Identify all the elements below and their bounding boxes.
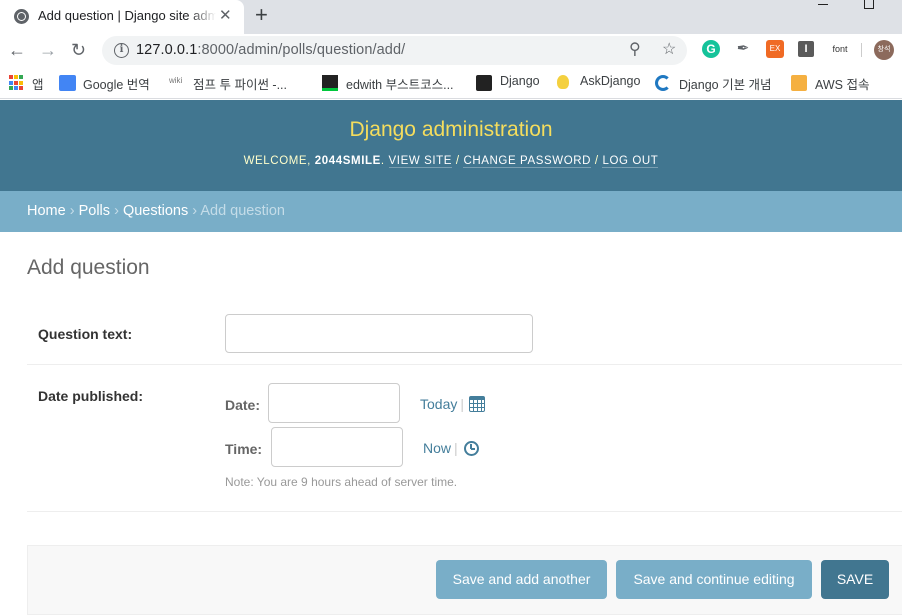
bookmark-django[interactable]: Django — [500, 74, 540, 88]
back-icon[interactable]: ← — [8, 38, 26, 62]
reload-icon[interactable]: ↻ — [71, 38, 86, 62]
bookmarks-bar: 앱 Google 번역 wiki 점프 투 파이썬 -... edwith 부스… — [0, 67, 902, 99]
new-tab-button[interactable]: + — [255, 3, 268, 27]
log-out-link[interactable]: Log out — [602, 155, 659, 168]
question-text-row: Question text: — [27, 310, 902, 365]
time-input[interactable] — [271, 427, 403, 467]
aws-box-icon — [791, 75, 807, 91]
forward-icon[interactable]: → — [39, 38, 57, 62]
browser-tabstrip: Add question | Django site admin ✕ + — [0, 0, 902, 34]
user-tools: Welcome, 2044smile. View site / Change p… — [243, 155, 659, 168]
font-extension-icon[interactable]: font — [829, 40, 851, 58]
save-and-add-another-button[interactable]: Save and add another — [436, 560, 607, 599]
edwith-icon — [322, 75, 338, 91]
lightbulb-icon — [557, 75, 569, 89]
site-branding[interactable]: Django administration — [0, 118, 902, 142]
username: 2044smile — [314, 155, 381, 167]
save-button[interactable]: Save — [821, 560, 889, 599]
change-password-link[interactable]: Change password — [463, 155, 592, 168]
timezone-note: Note: You are 9 hours ahead of server ti… — [225, 475, 458, 489]
color-picker-icon[interactable]: ✒ — [734, 40, 752, 58]
submit-row: Save and add another Save and continue e… — [27, 545, 902, 615]
date-published-label: Date published: — [38, 388, 144, 404]
question-text-input[interactable] — [225, 314, 533, 353]
separator: / — [594, 155, 599, 167]
date-published-row: Date published: Date: Today | Time: Now | … — [27, 365, 902, 512]
breadcrumb-current: Add question — [200, 203, 285, 219]
apps-grid-icon[interactable] — [9, 75, 25, 91]
profile-avatar[interactable]: 창석 — [874, 40, 894, 60]
minimize-icon[interactable] — [818, 4, 828, 5]
breadcrumb: Home › Polls › Questions › Add question — [0, 191, 902, 232]
tab-title: Add question | Django site admin — [38, 8, 216, 23]
browser-toolbar: ← → ↻ i 127.0.0.1:8000/admin/polls/quest… — [0, 34, 902, 67]
date-shortcuts: Today | — [420, 396, 468, 412]
bookmark-jump-to-python[interactable]: 점프 투 파이썬 -... — [193, 74, 287, 93]
time-shortcuts: Now | — [423, 440, 462, 456]
i-extension-icon[interactable]: I — [798, 41, 814, 57]
breadcrumb-separator: › — [192, 203, 198, 219]
view-site-link[interactable]: View site — [388, 155, 453, 168]
today-link[interactable]: Today — [420, 396, 457, 412]
save-and-continue-button[interactable]: Save and continue editing — [616, 560, 812, 599]
wiki-icon: wiki — [169, 76, 183, 85]
bookmark-edwith[interactable]: edwith 부스트코스... — [346, 74, 454, 93]
grammarly-icon[interactable]: G — [702, 40, 720, 58]
ex-extension-icon[interactable]: EX — [766, 40, 784, 58]
welcome-text: Welcome, — [243, 155, 311, 167]
bookmark-apps[interactable]: 앱 — [32, 74, 44, 93]
date-input[interactable] — [268, 383, 400, 423]
date-label: Date: — [225, 397, 261, 413]
bookmark-aws[interactable]: AWS 접속 — [815, 74, 869, 93]
breadcrumb-separator: › — [114, 203, 119, 219]
breadcrumb-questions[interactable]: Questions — [123, 203, 188, 219]
now-link[interactable]: Now — [423, 440, 451, 456]
bookmark-django-concepts[interactable]: Django 기본 개념 — [679, 74, 772, 93]
url-text[interactable]: 127.0.0.1:8000/admin/polls/question/add/ — [136, 42, 405, 58]
breadcrumb-home[interactable]: Home — [27, 203, 66, 219]
admin-header: Django administration Welcome, 2044smile… — [0, 100, 902, 191]
info-icon[interactable]: i — [114, 43, 129, 58]
address-bar[interactable]: i 127.0.0.1:8000/admin/polls/question/ad… — [102, 36, 687, 65]
bookmark-google-translate[interactable]: Google 번역 — [83, 74, 150, 93]
toolbar-separator — [861, 43, 862, 57]
zoom-icon[interactable]: ⚲ — [629, 39, 641, 61]
calendar-icon[interactable] — [469, 396, 485, 412]
bookmark-star-icon[interactable]: ☆ — [662, 39, 676, 61]
breadcrumb-separator: › — [69, 203, 75, 219]
globe-icon — [14, 9, 29, 24]
time-label: Time: — [225, 441, 263, 457]
bookmark-askdjango[interactable]: AskDjango — [580, 74, 640, 88]
separator: / — [455, 155, 460, 167]
clock-icon[interactable] — [464, 441, 479, 456]
breadcrumb-polls[interactable]: Polls — [79, 203, 110, 219]
shortcut-separator: | — [460, 396, 464, 412]
django-icon — [476, 75, 492, 91]
question-text-label: Question text: — [38, 326, 133, 342]
browser-tab[interactable]: Add question | Django site admin ✕ — [0, 0, 244, 34]
maximize-icon[interactable] — [864, 0, 874, 9]
c-logo-icon — [655, 75, 671, 91]
google-translate-icon — [59, 75, 76, 91]
shortcut-separator: | — [454, 440, 458, 456]
tab-close-icon[interactable]: ✕ — [219, 7, 232, 25]
page-title: Add question — [27, 256, 150, 279]
